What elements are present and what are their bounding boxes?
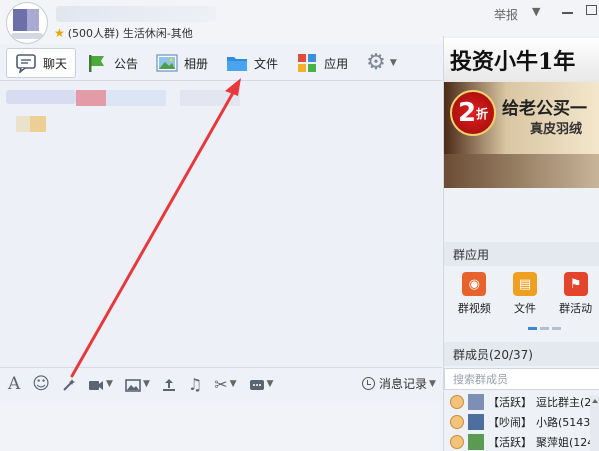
tab-announcement-label: 公告 — [114, 56, 139, 71]
member-list: 【活跃】逗比群主(250 【吵闹】小路(5143596 【活跃】聚萍姐(1242… — [444, 392, 599, 451]
pager-dot[interactable] — [540, 327, 549, 330]
member-tag: 【吵闹】 — [488, 416, 532, 429]
user-badge-icon — [450, 435, 464, 449]
avatar-blur-block — [11, 33, 43, 39]
message-area[interactable] — [0, 81, 442, 367]
tab-announcement[interactable]: 公告 — [78, 48, 146, 78]
member-row[interactable]: 【吵闹】小路(5143596 — [444, 412, 599, 432]
folder-icon — [226, 53, 248, 73]
gear-icon: ⚙ — [366, 50, 386, 75]
group-avatar[interactable] — [6, 2, 48, 44]
tab-files-label: 文件 — [254, 56, 279, 71]
pager-dot[interactable] — [528, 327, 537, 330]
tab-apps[interactable]: 应用 — [288, 48, 356, 78]
folder-icon: ▤ — [513, 272, 537, 296]
maximize-icon[interactable] — [586, 5, 597, 15]
app-label: 群活动 — [559, 302, 593, 315]
ad-subtext: 真皮羽绒 — [530, 122, 583, 137]
blurred-message — [106, 90, 166, 106]
blurred-message — [30, 116, 46, 132]
group-tab-bar: 聊天 公告 相册 文件 应用 ⚙ ▼ — [0, 46, 442, 80]
pager-dot[interactable] — [552, 327, 561, 330]
member-row[interactable]: 【活跃】聚萍姐(12422 — [444, 432, 599, 451]
tab-chat[interactable]: 聊天 — [6, 48, 77, 78]
members-header: 群成员(20/37) — [444, 342, 599, 366]
more-tools-icon[interactable]: ▼ — [249, 379, 273, 391]
tab-files[interactable]: 文件 — [218, 48, 286, 78]
star-icon: ★ — [54, 26, 65, 40]
group-apps-header: 群应用 — [444, 242, 599, 266]
right-panel: 投资小牛1年 2折 给老公买一 真皮羽绒 群应用 ◉ 群视频 ▤ 文件 ⚑ 群活… — [443, 36, 599, 451]
app-files[interactable]: ▤ 文件 — [501, 272, 550, 316]
message-input[interactable] — [0, 401, 442, 451]
ad-title: 投资小牛1年 — [450, 49, 576, 75]
minimize-icon[interactable] — [562, 12, 573, 14]
avatar-blur-block — [13, 9, 27, 31]
tab-chat-label: 聊天 — [43, 56, 68, 71]
ad-text: 给老公买一 — [502, 99, 587, 119]
chevron-down-icon: ▼ — [389, 58, 397, 68]
blurred-group-name — [56, 6, 216, 22]
member-tag: 【活跃】 — [488, 396, 532, 409]
group-info: ★ (500人群) 生活休闲-其他 — [54, 25, 193, 41]
group-apps: ◉ 群视频 ▤ 文件 ⚑ 群活动 — [444, 272, 599, 316]
photo-album-icon — [156, 53, 178, 73]
tab-apps-label: 应用 — [324, 56, 349, 71]
member-scrollbar[interactable] — [590, 395, 599, 451]
announcement-flag-icon — [86, 53, 108, 73]
upload-icon[interactable] — [162, 378, 176, 392]
user-badge-icon — [450, 395, 464, 409]
discount-number: 2 — [457, 98, 477, 128]
group-category: (500人群) 生活休闲-其他 — [67, 27, 193, 40]
member-row[interactable]: 【活跃】 逗比群主(250 — [444, 392, 599, 412]
video-call-icon[interactable]: ▼ — [88, 378, 113, 392]
blurred-message — [180, 90, 240, 106]
flag-icon: ⚑ — [563, 272, 588, 296]
discount-badge: 2折 — [450, 90, 496, 136]
camera-icon: ◉ — [462, 272, 487, 296]
clock-icon — [362, 377, 375, 390]
discount-unit: 折 — [476, 106, 489, 121]
member-tag: 【活跃】 — [488, 436, 532, 449]
app-label: 群视频 — [457, 302, 491, 315]
avatar-blur-block — [27, 9, 39, 31]
chevron-down-icon: ▼ — [429, 378, 436, 389]
message-history-label: 消息记录 — [379, 377, 428, 391]
avatar — [468, 434, 484, 450]
message-history-button[interactable]: 消息记录 ▼ — [362, 375, 436, 392]
chat-icon — [15, 53, 37, 75]
member-search-input[interactable]: 搜索群成员 — [444, 368, 599, 390]
tab-album[interactable]: 相册 — [148, 48, 216, 78]
apps-pager[interactable] — [528, 327, 561, 330]
app-label: 文件 — [514, 302, 536, 315]
image-icon[interactable]: ▼ — [125, 378, 150, 392]
settings-button[interactable]: ⚙ ▼ — [358, 48, 405, 78]
font-icon[interactable]: A — [8, 376, 20, 393]
chevron-down-icon[interactable]: ▼ — [532, 5, 540, 18]
emoji-icon[interactable]: ☺ — [32, 376, 50, 393]
apps-grid-icon — [296, 53, 318, 73]
magic-wand-icon[interactable] — [62, 378, 76, 392]
user-badge-icon — [450, 415, 464, 429]
app-group-activity[interactable]: ⚑ 群活动 — [551, 272, 599, 316]
blurred-message — [6, 90, 76, 104]
scissors-icon[interactable]: ✂ ▼ — [214, 376, 236, 393]
ad-strip — [444, 154, 599, 188]
tab-album-label: 相册 — [184, 56, 209, 71]
music-icon[interactable]: ♫ — [188, 376, 202, 393]
avatar — [468, 414, 484, 430]
report-button[interactable]: 举报 — [494, 6, 518, 23]
blurred-message — [76, 90, 106, 106]
app-group-video[interactable]: ◉ 群视频 — [450, 272, 499, 316]
avatar — [468, 394, 484, 410]
ad-banner[interactable]: 投资小牛1年 2折 给老公买一 真皮羽绒 — [444, 38, 599, 188]
blurred-message — [16, 116, 30, 132]
